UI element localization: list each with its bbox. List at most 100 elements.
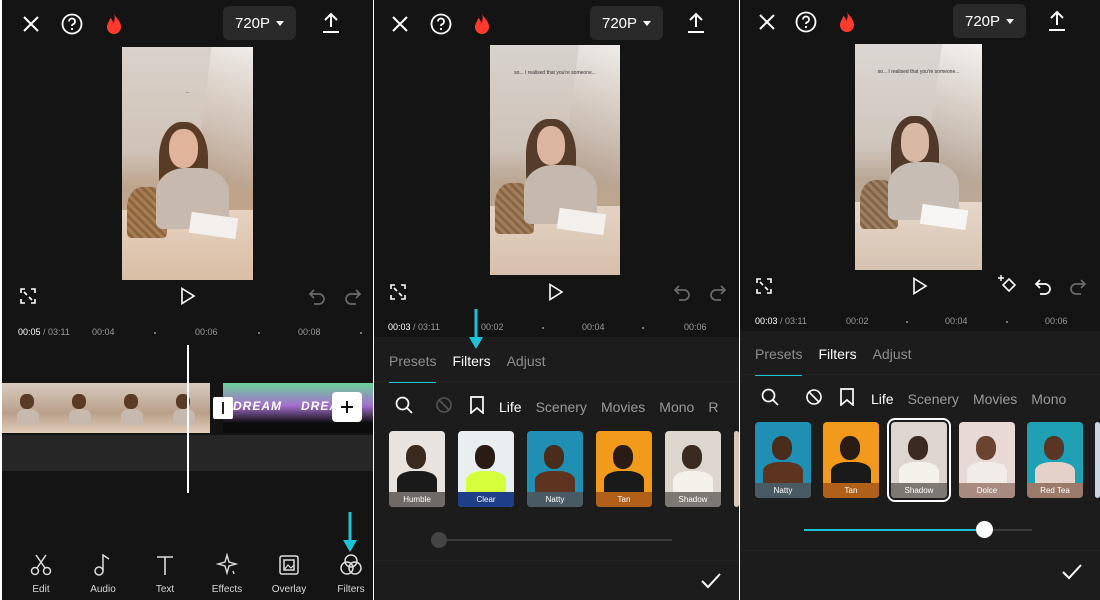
keyframe-add-icon[interactable] [998, 274, 1020, 296]
export-icon[interactable] [318, 10, 344, 36]
timecode: 00:03 / 03:11 [388, 322, 440, 332]
close-icon[interactable] [19, 12, 43, 36]
resolution-button[interactable]: 720P [223, 6, 297, 40]
undo-icon[interactable] [1033, 276, 1053, 296]
filter-thumb-natty[interactable]: Natty [755, 422, 811, 498]
filter-thumb-dolce[interactable]: Dolce [959, 422, 1015, 498]
category-movies[interactable]: Movies [973, 391, 1017, 407]
filter-thumb-shadow-selected[interactable]: Shadow [887, 418, 951, 502]
tab-presets[interactable]: Presets [755, 346, 803, 376]
no-filter-icon[interactable] [435, 396, 453, 417]
redo-icon[interactable] [1068, 276, 1088, 296]
redo-icon[interactable] [343, 286, 363, 306]
bookmark-icon[interactable] [839, 388, 855, 409]
video-clip-track[interactable] [2, 383, 223, 433]
play-icon[interactable] [910, 275, 930, 297]
video-caption: ... [185, 88, 190, 95]
video-preview[interactable]: so... I realised that you're someone... [490, 45, 620, 275]
timecode: 00:03 / 03:11 [755, 316, 807, 326]
filter-thumb-shadow[interactable]: Shadow [665, 431, 721, 507]
tick-label: 00:06 [684, 322, 707, 332]
tab-label: Filters [452, 353, 491, 369]
no-filter-icon[interactable] [805, 388, 823, 409]
close-icon[interactable] [388, 12, 412, 36]
tab-presets[interactable]: Presets [389, 353, 437, 383]
resolution-button[interactable]: 720P [590, 6, 664, 40]
filter-tabs: Presets Filters Adjust [389, 353, 562, 383]
tool-label: Filters [337, 584, 365, 595]
category-life[interactable]: Life [871, 391, 894, 407]
tab-filters[interactable]: Filters [452, 353, 490, 369]
resolution-label: 720P [965, 12, 1001, 30]
filter-thumb-red-tea[interactable]: Red Tea [1027, 422, 1083, 498]
category-mono[interactable]: Mono [1031, 391, 1066, 407]
search-icon[interactable] [761, 388, 779, 409]
clip-trim-handle[interactable] [213, 397, 233, 419]
video-preview[interactable]: so... I realised that you're someone... [855, 44, 982, 270]
filter-thumb-humble[interactable]: Humble [389, 431, 445, 507]
help-icon[interactable] [429, 12, 453, 36]
tool-audio[interactable]: Audio [78, 553, 128, 595]
divider [740, 550, 1100, 551]
intensity-slider-track[interactable] [434, 539, 672, 541]
tick-label: 00:02 [481, 322, 504, 332]
fullscreen-icon[interactable] [18, 286, 38, 306]
export-icon[interactable] [1044, 8, 1070, 34]
category-scenery[interactable]: Scenery [536, 399, 587, 415]
play-icon[interactable] [178, 285, 198, 307]
filter-label: Red Tea [1027, 483, 1083, 498]
close-icon[interactable] [755, 10, 779, 34]
export-icon[interactable] [683, 10, 709, 36]
tab-adjust[interactable]: Adjust [507, 353, 546, 369]
intensity-slider-thumb[interactable] [431, 532, 447, 548]
filter-thumb-tan[interactable]: Tan [823, 422, 879, 498]
undo-icon[interactable] [307, 286, 327, 306]
tool-edit[interactable]: Edit [16, 553, 66, 595]
caret-down-icon [643, 20, 652, 26]
arrow-down-icon [342, 512, 358, 554]
tick-label: 00:04 [92, 327, 115, 337]
tool-overlay[interactable]: Overlay [264, 553, 314, 595]
redo-icon[interactable] [708, 282, 728, 302]
total-time: 03:11 [785, 316, 807, 326]
confirm-check-icon[interactable] [1061, 562, 1083, 582]
category-life[interactable]: Life [499, 399, 522, 415]
filter-label: Dolce [959, 483, 1015, 498]
category-movies[interactable]: Movies [601, 399, 645, 415]
video-preview[interactable]: ... [122, 47, 253, 280]
filter-label: Shadow [665, 492, 721, 507]
confirm-check-icon[interactable] [700, 571, 722, 591]
filter-thumb-partial[interactable] [734, 431, 739, 507]
video-caption: so... I realised that you're someone... [514, 70, 596, 77]
help-icon[interactable] [794, 10, 818, 34]
category-mono[interactable]: Mono [659, 399, 694, 415]
filters-icon [326, 553, 373, 577]
add-clip-button[interactable] [332, 392, 362, 422]
filter-thumb-tan[interactable]: Tan [596, 431, 652, 507]
category-truncated[interactable]: R [708, 399, 718, 415]
flame-icon[interactable] [470, 11, 494, 37]
undo-icon[interactable] [672, 282, 692, 302]
flame-icon[interactable] [102, 11, 126, 37]
resolution-button[interactable]: 720P [953, 4, 1027, 38]
play-icon[interactable] [546, 281, 566, 303]
intensity-slider-thumb[interactable] [976, 521, 994, 538]
filter-thumb-partial[interactable] [1095, 422, 1100, 498]
timecode: 00:05 / 03:11 [18, 327, 70, 337]
fullscreen-icon[interactable] [388, 282, 408, 302]
flame-icon[interactable] [835, 9, 859, 35]
tab-filters[interactable]: Filters [818, 346, 856, 362]
help-icon[interactable] [60, 12, 84, 36]
filter-thumb-clear[interactable]: Clear [458, 431, 514, 507]
search-icon[interactable] [395, 396, 413, 417]
filter-thumb-natty[interactable]: Natty [527, 431, 583, 507]
category-scenery[interactable]: Scenery [908, 391, 959, 407]
fullscreen-icon[interactable] [754, 276, 774, 296]
playhead[interactable] [187, 345, 189, 493]
bookmark-icon[interactable] [469, 396, 485, 417]
resolution-label: 720P [235, 14, 271, 32]
tool-effects[interactable]: Effects [202, 553, 252, 595]
tool-filters[interactable]: Filters [326, 553, 373, 595]
tab-adjust[interactable]: Adjust [873, 346, 912, 362]
tool-text[interactable]: Text [140, 553, 190, 595]
